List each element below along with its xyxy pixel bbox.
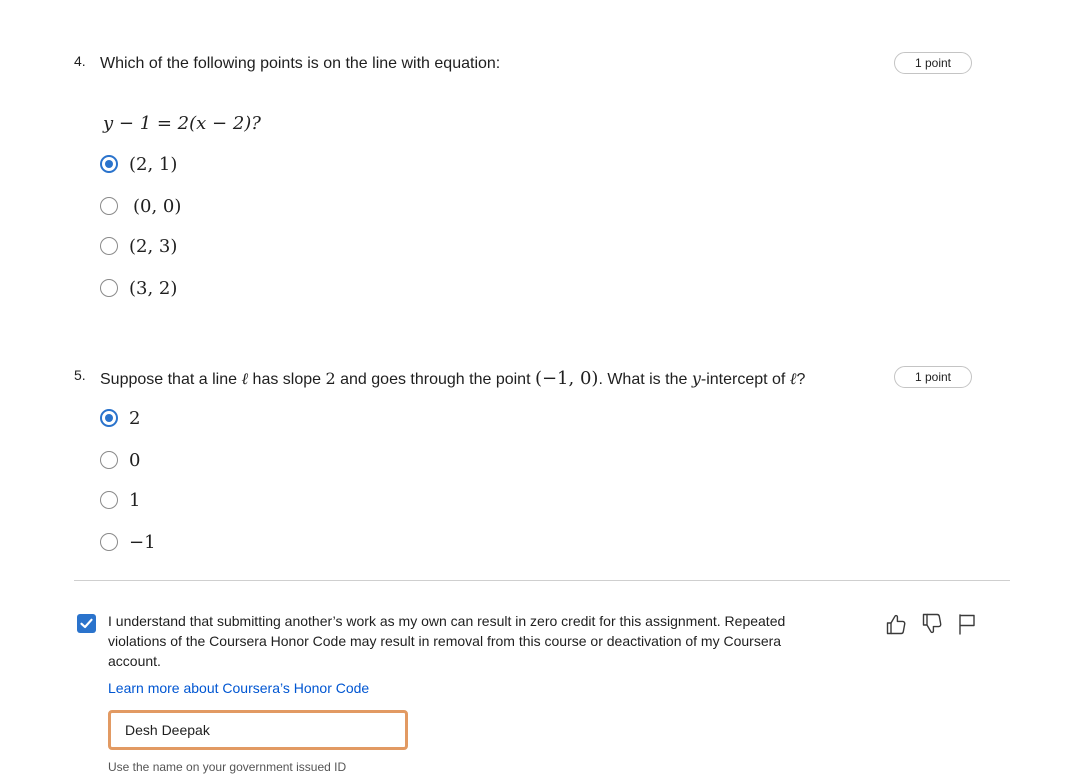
question-5-options-2: 0 [100,447,140,473]
radio-button[interactable] [100,237,118,255]
thumbs-up-button[interactable] [885,612,907,636]
prompt-text: has slope [248,371,326,388]
honor-code-link[interactable]: Learn more about Coursera’s Honor Code [108,680,369,696]
question-5-options-4: −1 [100,529,156,555]
option-label: 0 [129,449,141,471]
question-4-number: 4. [74,53,86,69]
question-4-prompt: Which of the following points is on the … [100,55,501,72]
thumbs-down-icon [922,613,942,634]
prompt-text: ? [796,371,806,388]
question-5-option-3[interactable]: 1 [100,487,140,513]
question-4-options-3: (2, 3) [100,233,177,259]
question-5-options-1: 2 [100,405,140,431]
point-value: (−1, 0) [534,368,599,389]
question-5-number: 5. [74,367,86,383]
radio-button[interactable] [100,279,118,297]
question-5-option-1[interactable]: 2 [100,405,140,431]
radio-button-selected[interactable] [100,409,118,427]
checkmark-icon [80,618,93,629]
prompt-text: and goes through the point [335,371,535,388]
question-4-points-badge: 1 point [894,52,972,74]
prompt-text: Suppose that a line [100,371,242,388]
question-4-option-4[interactable]: (3, 2) [100,275,177,301]
radio-button[interactable] [100,533,118,551]
question-4-options-4: (3, 2) [100,275,177,301]
honor-code-statement: I understand that submitting another’s w… [108,613,786,669]
option-label: (2, 1) [129,153,178,175]
flag-icon [959,614,975,635]
radio-button-selected[interactable] [100,155,118,173]
question-4-options-2: (0, 0) [100,193,181,219]
legal-name-input[interactable] [108,710,408,750]
name-input-hint: Use the name on your government issued I… [108,760,347,774]
prompt-text: . What is the [598,371,692,388]
question-5-prompt: Suppose that a line ℓ has slope 2 and go… [100,368,805,389]
question-5-points-badge: 1 point [894,366,972,388]
question-4-option-2[interactable]: (0, 0) [100,193,181,219]
option-label: (0, 0) [133,195,182,217]
question-4-option-3[interactable]: (2, 3) [100,233,177,259]
option-label: (3, 2) [129,277,178,299]
radio-button[interactable] [100,491,118,509]
radio-button[interactable] [100,451,118,469]
thumbs-down-button[interactable] [921,612,943,636]
prompt-text: -intercept of [700,371,790,388]
thumbs-up-icon [886,614,906,635]
question-5-option-2[interactable]: 0 [100,447,140,473]
question-5-option-4[interactable]: −1 [100,529,156,555]
option-label: 1 [129,489,141,511]
question-4-equation: y − 1 = 2(x − 2)? [103,113,261,134]
y-variable: y [691,369,701,388]
honor-code-checkbox[interactable] [77,614,96,633]
question-4-option-1[interactable]: (2, 1) [100,151,177,177]
flag-button[interactable] [956,612,978,636]
question-5-options-3: 1 [100,487,140,513]
question-4-options: (2, 1) [100,151,177,177]
section-divider [74,580,1010,581]
option-label: 2 [129,407,141,429]
option-label: −1 [129,531,156,553]
option-label: (2, 3) [129,235,178,257]
radio-button[interactable] [100,197,118,215]
slope-value: 2 [325,369,336,388]
